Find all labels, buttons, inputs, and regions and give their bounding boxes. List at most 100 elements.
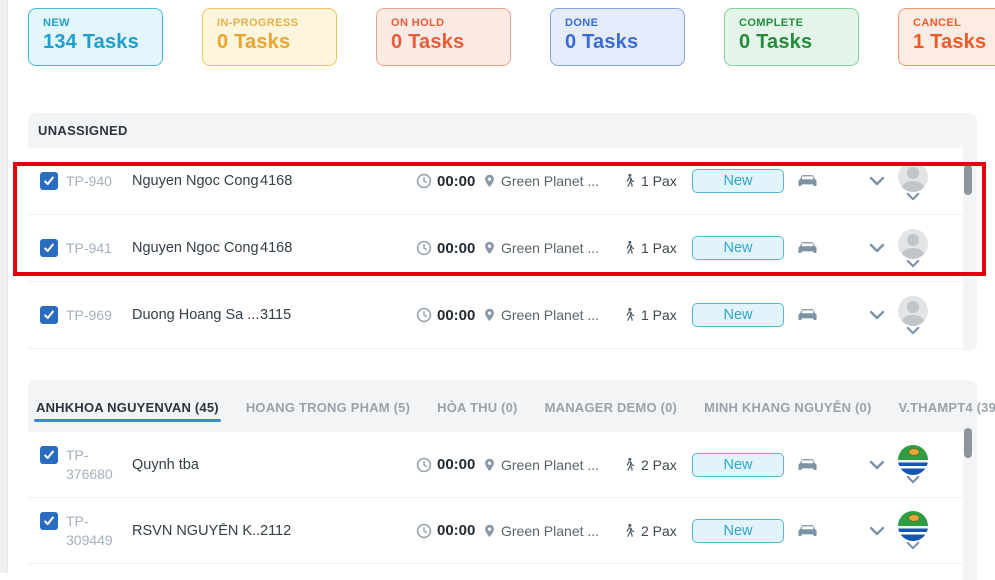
- card-complete[interactable]: COMPLETE 0 Tasks: [724, 8, 859, 66]
- task-row-tp-941[interactable]: TP-941 Nguyen Ngoc Cong 4168 00:00 Green…: [28, 215, 963, 282]
- assignee-cell: [897, 229, 929, 268]
- status-badge[interactable]: New: [692, 236, 784, 260]
- task-time: 00:00: [437, 307, 475, 324]
- card-on-hold[interactable]: ON HOLD 0 Tasks: [376, 8, 511, 66]
- card-in-progress[interactable]: IN-PROGRESS 0 Tasks: [202, 8, 337, 66]
- card-count: 134 Tasks: [43, 31, 148, 54]
- card-label: COMPLETE: [739, 17, 844, 29]
- card-count: 0 Tasks: [739, 31, 844, 54]
- avatar[interactable]: [898, 229, 928, 259]
- card-count: 0 Tasks: [217, 31, 322, 54]
- scrollbar-thumb[interactable]: [964, 428, 972, 458]
- status-badge[interactable]: New: [692, 303, 784, 327]
- vehicle-car-icon[interactable]: [797, 240, 818, 256]
- avatar[interactable]: [898, 445, 928, 475]
- clock-icon: [416, 523, 432, 539]
- clock-icon: [416, 173, 432, 189]
- vehicle-car-icon[interactable]: [797, 523, 818, 539]
- tab-minh-khang-nguyen[interactable]: MINH KHANG NGUYỄN (0): [704, 382, 871, 431]
- avatar[interactable]: [898, 162, 928, 192]
- chevron-down-icon[interactable]: [869, 526, 885, 536]
- task-code: 3115: [260, 307, 322, 323]
- summary-cards: NEW 134 Tasks IN-PROGRESS 0 Tasks ON HOL…: [0, 8, 995, 68]
- chevron-down-icon[interactable]: [906, 259, 920, 268]
- card-new[interactable]: NEW 134 Tasks: [28, 8, 163, 66]
- checkbox-checked-icon[interactable]: [40, 239, 58, 257]
- tab-hoa-thu[interactable]: HÒA THU (0): [437, 382, 517, 431]
- task-location: Green Planet ...: [501, 173, 599, 189]
- time-cell: 00:00: [416, 173, 482, 190]
- assignee-cell: [897, 445, 929, 484]
- task-time: 00:00: [437, 173, 475, 190]
- task-name: Quynh tba: [132, 457, 260, 473]
- pax-walker-icon: [622, 457, 636, 473]
- task-row-tp-940[interactable]: TP-940 Nguyen Ngoc Cong 4168 00:00 Green…: [28, 148, 963, 215]
- chevron-down-icon[interactable]: [906, 326, 920, 335]
- time-cell: 00:00: [416, 456, 482, 473]
- clock-icon: [416, 457, 432, 473]
- task-name: RSVN NGUYỄN K...: [132, 523, 260, 539]
- task-id: TP-376680: [66, 446, 120, 484]
- chevron-down-icon[interactable]: [869, 243, 885, 253]
- task-location: Green Planet ...: [501, 457, 599, 473]
- tab-anhkhoa-nguyenvan[interactable]: ANHKHOA NGUYENVAN (45): [36, 382, 219, 431]
- task-time: 00:00: [437, 522, 475, 539]
- checkbox-checked-icon[interactable]: [40, 306, 58, 324]
- pax-cell: 1 Pax: [622, 307, 686, 323]
- chevron-down-icon[interactable]: [906, 475, 920, 484]
- location-pin-icon: [482, 307, 497, 323]
- card-label: NEW: [43, 17, 148, 29]
- pax-walker-icon: [622, 173, 636, 189]
- card-label: CANCEL: [913, 17, 995, 29]
- checkbox-checked-icon[interactable]: [40, 446, 58, 464]
- task-name: Duong Hoang Sa ...: [132, 307, 260, 323]
- tab-manager-demo[interactable]: MANAGER DEMO (0): [545, 382, 677, 431]
- chevron-down-icon[interactable]: [906, 541, 920, 550]
- chevron-down-icon[interactable]: [869, 176, 885, 186]
- card-done[interactable]: DONE 0 Tasks: [550, 8, 685, 66]
- status-badge[interactable]: New: [692, 453, 784, 477]
- avatar[interactable]: [898, 296, 928, 326]
- location-pin-icon: [482, 173, 497, 189]
- assignee-tabs: ANHKHOA NGUYENVAN (45) HOANG TRONG PHAM …: [28, 380, 977, 432]
- task-name: Nguyen Ngoc Cong: [132, 173, 260, 189]
- task-row-tp-309449[interactable]: TP-309449 RSVN NGUYỄN K... 2112 00:00 Gr…: [28, 498, 963, 564]
- location-cell: Green Planet ...: [482, 240, 618, 256]
- task-code: 4168: [260, 240, 322, 256]
- task-location: Green Planet ...: [501, 307, 599, 323]
- clock-icon: [416, 240, 432, 256]
- unassigned-title: UNASSIGNED: [28, 113, 977, 148]
- assigned-panel: ANHKHOA NGUYENVAN (45) HOANG TRONG PHAM …: [28, 380, 977, 580]
- card-label: DONE: [565, 17, 670, 29]
- card-cancel[interactable]: CANCEL 1 Tasks: [898, 8, 995, 66]
- scrollbar-thumb[interactable]: [964, 165, 972, 195]
- vehicle-car-icon[interactable]: [797, 307, 818, 323]
- time-cell: 00:00: [416, 240, 482, 257]
- card-count: 1 Tasks: [913, 31, 995, 54]
- chevron-down-icon[interactable]: [869, 460, 885, 470]
- pax-cell: 2 Pax: [622, 457, 686, 473]
- status-badge[interactable]: New: [692, 169, 784, 193]
- task-pax: 1 Pax: [641, 240, 677, 256]
- location-pin-icon: [482, 523, 497, 539]
- avatar[interactable]: [898, 511, 928, 541]
- task-row-tp-376680[interactable]: TP-376680 Quynh tba 00:00 Green Planet .…: [28, 432, 963, 498]
- card-label: ON HOLD: [391, 17, 496, 29]
- checkbox-checked-icon[interactable]: [40, 512, 58, 530]
- vehicle-car-icon[interactable]: [797, 173, 818, 189]
- task-row-tp-969[interactable]: TP-969 Duong Hoang Sa ... 3115 00:00 Gre…: [28, 282, 963, 349]
- task-location: Green Planet ...: [501, 523, 599, 539]
- status-badge[interactable]: New: [692, 519, 784, 543]
- pax-cell: 1 Pax: [622, 173, 686, 189]
- task-pax: 2 Pax: [641, 523, 677, 539]
- location-cell: Green Planet ...: [482, 173, 618, 189]
- tab-hoang-trong-pham[interactable]: HOANG TRONG PHAM (5): [246, 382, 410, 431]
- time-cell: 00:00: [416, 307, 482, 324]
- tab-vthampt4[interactable]: V.THAMPT4 (39): [899, 382, 995, 431]
- location-cell: Green Planet ...: [482, 457, 618, 473]
- chevron-down-icon[interactable]: [869, 310, 885, 320]
- chevron-down-icon[interactable]: [906, 192, 920, 201]
- checkbox-checked-icon[interactable]: [40, 172, 58, 190]
- assigned-rows: TP-376680 Quynh tba 00:00 Green Planet .…: [28, 432, 963, 580]
- vehicle-car-icon[interactable]: [797, 457, 818, 473]
